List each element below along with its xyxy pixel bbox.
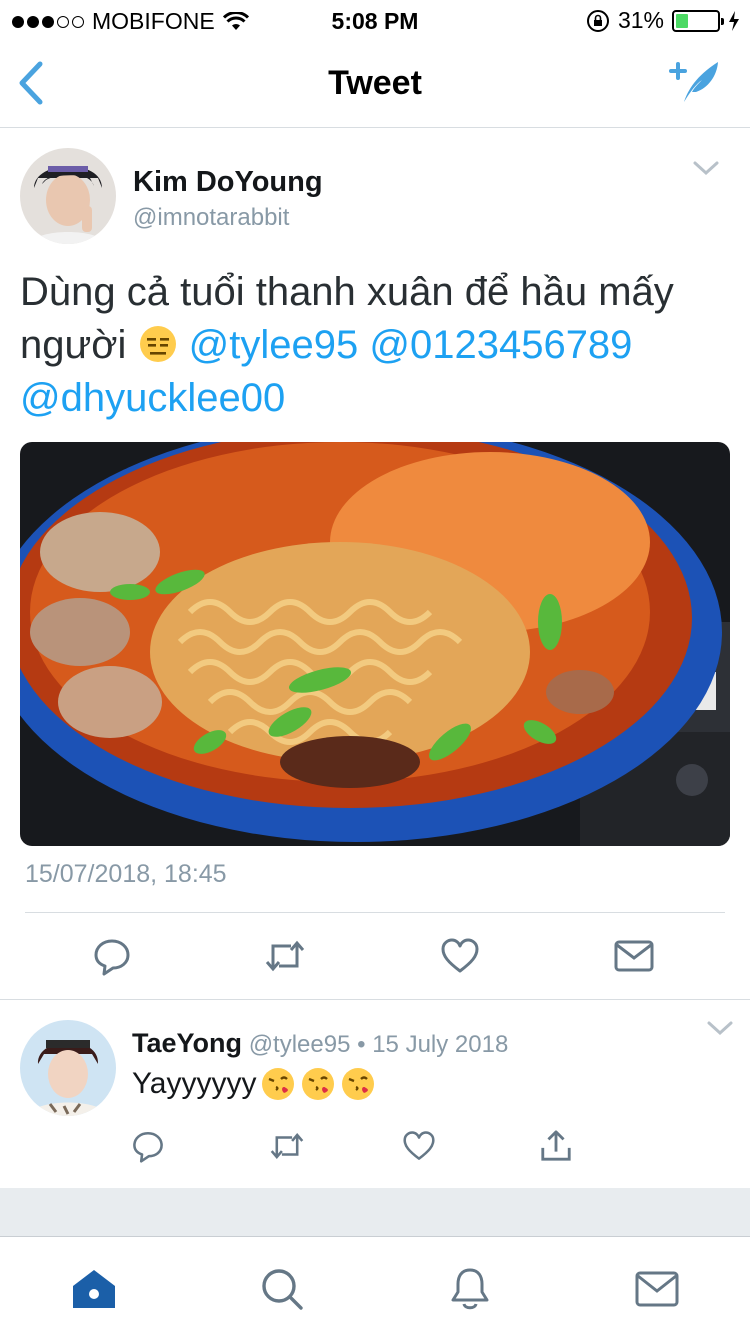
main-tweet: Kim DoYoung @imnotarabbit Dùng cả tuổi t… xyxy=(0,128,750,1000)
timeline-gap xyxy=(0,1188,750,1236)
tweet-options-chevron-icon[interactable] xyxy=(692,158,720,178)
reply-tweet[interactable]: TaeYong @tylee95 • 15 July 2018 Yayyyyyy xyxy=(0,1000,750,1188)
page-title: Tweet xyxy=(328,64,422,102)
reply-date: 15 July 2018 xyxy=(372,1031,509,1058)
expressionless-face-emoji xyxy=(139,326,176,362)
author-name[interactable]: Kim DoYoung xyxy=(133,166,323,199)
reply-options-chevron-icon[interactable] xyxy=(706,1018,734,1038)
like-button[interactable] xyxy=(436,932,484,980)
reply-share-button[interactable] xyxy=(532,1122,580,1170)
reply-header: TaeYong @tylee95 • 15 July 2018 xyxy=(132,1028,508,1059)
reply-button[interactable] xyxy=(88,932,136,980)
reply-icon xyxy=(94,939,130,976)
orientation-lock-icon xyxy=(586,9,609,32)
tab-home[interactable] xyxy=(70,1265,118,1313)
direct-message-button[interactable] xyxy=(610,932,658,980)
messages-icon xyxy=(635,1271,679,1307)
battery-icon xyxy=(672,9,724,32)
kissing-face-emoji xyxy=(262,1068,295,1100)
search-icon xyxy=(262,1269,303,1310)
reply-avatar[interactable] xyxy=(20,1020,116,1116)
author-handle[interactable]: @imnotarabbit xyxy=(133,204,289,232)
tweet-body: Dùng cả tuổi thanh xuân để hầu mấy người… xyxy=(20,266,732,425)
reply-text: Yayyyyyy xyxy=(132,1067,257,1100)
share-icon xyxy=(541,1130,571,1161)
status-bar: MOBIFONE 5:08 PM 31% xyxy=(0,0,750,40)
charging-icon xyxy=(729,10,739,31)
retweet-icon xyxy=(270,1132,304,1160)
mention-link[interactable]: @tylee95 xyxy=(189,323,359,367)
author-avatar[interactable] xyxy=(20,148,116,244)
kissing-face-emoji xyxy=(302,1068,335,1100)
like-icon xyxy=(403,1131,435,1160)
home-icon xyxy=(73,1270,115,1308)
battery-percent: 31% xyxy=(617,7,664,33)
reply-like-button[interactable] xyxy=(395,1122,443,1170)
notifications-icon xyxy=(451,1268,489,1310)
reply-author-handle[interactable]: @tylee95 xyxy=(249,1031,351,1058)
reply-retweet-button[interactable] xyxy=(263,1122,311,1170)
status-right: 31% xyxy=(586,7,740,34)
tab-messages[interactable] xyxy=(633,1265,681,1313)
reply-author-name[interactable]: TaeYong xyxy=(132,1028,242,1058)
reply-body: Yayyyyyy xyxy=(132,1066,376,1102)
tweet-photo[interactable] xyxy=(20,442,730,846)
retweet-button[interactable] xyxy=(261,932,309,980)
navigation-bar: Tweet xyxy=(0,40,750,128)
tab-search[interactable] xyxy=(258,1265,306,1313)
mention-link[interactable]: @dhyucklee00 xyxy=(20,376,285,420)
battery-level xyxy=(676,13,689,28)
tab-notifications[interactable] xyxy=(446,1265,494,1313)
reply-reply-button[interactable] xyxy=(124,1122,172,1170)
divider xyxy=(25,912,725,913)
mention-link[interactable]: @0123456789 xyxy=(369,323,632,367)
reply-icon xyxy=(133,1131,163,1163)
kissing-face-emoji xyxy=(342,1068,375,1100)
like-icon xyxy=(441,938,479,973)
compose-tweet-icon[interactable] xyxy=(668,56,724,108)
retweet-icon xyxy=(265,940,305,972)
separator-dot: • xyxy=(357,1031,366,1058)
dm-icon xyxy=(614,940,654,972)
tab-bar xyxy=(0,1236,750,1334)
tweet-timestamp: 15/07/2018, 18:45 xyxy=(25,860,227,888)
